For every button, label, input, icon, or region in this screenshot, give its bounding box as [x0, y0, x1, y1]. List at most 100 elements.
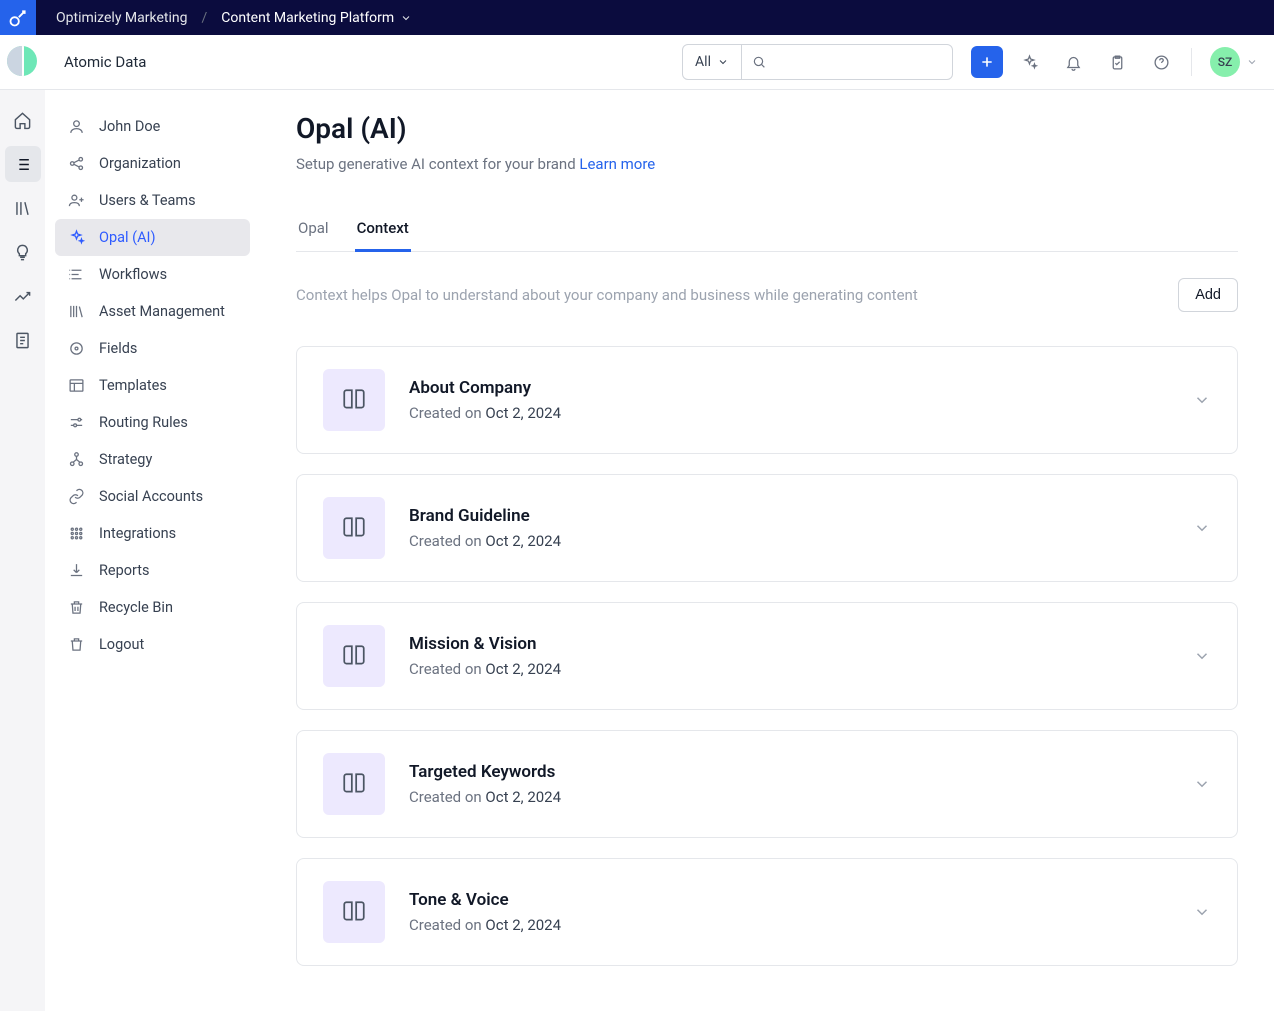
section-header: Context helps Opal to understand about y…	[296, 278, 1238, 312]
card-body: Tone & VoiceCreated on Oct 2, 2024	[409, 890, 1169, 934]
breadcrumb-root[interactable]: Optimizely Marketing	[56, 10, 187, 26]
book-icon	[323, 369, 385, 431]
workspace-avatar[interactable]	[7, 46, 37, 76]
sparkle-icon	[67, 229, 85, 246]
help-icon	[1153, 54, 1170, 71]
card-body: Targeted KeywordsCreated on Oct 2, 2024	[409, 762, 1169, 806]
sidebar-item-integrations[interactable]: Integrations	[55, 515, 250, 552]
sidebar-item-users-teams[interactable]: Users & Teams	[55, 182, 250, 219]
tab-context[interactable]: Context	[355, 209, 411, 252]
context-card[interactable]: Targeted KeywordsCreated on Oct 2, 2024	[296, 730, 1238, 838]
breadcrumb-current-label: Content Marketing Platform	[221, 10, 394, 26]
sidebar-item-label: Recycle Bin	[99, 599, 173, 616]
book-icon	[323, 881, 385, 943]
add-button[interactable]: Add	[1178, 278, 1238, 312]
rail-docs[interactable]	[5, 322, 41, 358]
tasks-button[interactable]	[1099, 44, 1135, 80]
settings-sidebar: John Doe Organization Users & Teams Opal…	[45, 90, 260, 1011]
chevron-down-icon	[1193, 775, 1211, 793]
list-icon	[13, 155, 32, 174]
sidebar-item-label: Fields	[99, 340, 137, 357]
sidebar-item-reports[interactable]: Reports	[55, 552, 250, 589]
lightbulb-icon	[13, 243, 32, 262]
rail-home[interactable]	[5, 102, 41, 138]
chevron-down-icon	[717, 56, 729, 68]
link-icon	[67, 488, 85, 505]
sidebar-item-label: Routing Rules	[99, 414, 188, 431]
search-icon	[752, 54, 766, 70]
header-bar: Atomic Data All SZ	[0, 35, 1274, 90]
card-meta: Created on Oct 2, 2024	[409, 404, 1169, 422]
sidebar-item-workflows[interactable]: Workflows	[55, 256, 250, 293]
trash-icon	[67, 636, 85, 653]
app-logo[interactable]	[0, 0, 36, 35]
breadcrumb: Optimizely Marketing / Content Marketing…	[36, 10, 412, 26]
sidebar-item-recycle-bin[interactable]: Recycle Bin	[55, 589, 250, 626]
page-title: Opal (AI)	[296, 112, 1238, 145]
book-icon	[323, 753, 385, 815]
card-meta: Created on Oct 2, 2024	[409, 532, 1169, 550]
sidebar-item-label: Social Accounts	[99, 488, 203, 505]
chevron-down-icon	[1193, 903, 1211, 921]
sidebar-item-label: Organization	[99, 155, 181, 172]
user-icon	[67, 118, 85, 135]
book-icon	[323, 625, 385, 687]
left-rail	[0, 90, 45, 1011]
sidebar-item-label: Templates	[99, 377, 167, 394]
sidebar-item-label: Reports	[99, 562, 150, 579]
create-button[interactable]	[971, 46, 1003, 78]
context-card[interactable]: Mission & VisionCreated on Oct 2, 2024	[296, 602, 1238, 710]
card-meta: Created on Oct 2, 2024	[409, 788, 1169, 806]
sidebar-item-label: Asset Management	[99, 303, 225, 320]
org-name: Atomic Data	[64, 53, 146, 71]
sidebar-item-label: Users & Teams	[99, 192, 196, 209]
sidebar-item-strategy[interactable]: Strategy	[55, 441, 250, 478]
search-filter-label: All	[695, 54, 711, 70]
rail-ideas[interactable]	[5, 234, 41, 270]
rail-list[interactable]	[5, 146, 41, 182]
section-description: Context helps Opal to understand about y…	[296, 286, 918, 304]
divider	[1191, 48, 1192, 76]
card-title: Tone & Voice	[409, 890, 1169, 910]
help-button[interactable]	[1143, 44, 1179, 80]
context-card[interactable]: About Company Created on Oct 2, 2024	[296, 346, 1238, 454]
page-subtitle-text: Setup generative AI context for your bra…	[296, 155, 579, 173]
home-icon	[13, 111, 32, 130]
chevron-down-icon	[1193, 647, 1211, 665]
breadcrumb-separator: /	[201, 10, 207, 26]
chevron-down-icon	[1193, 519, 1211, 537]
layout-icon	[67, 377, 85, 394]
sidebar-item-organization[interactable]: Organization	[55, 145, 250, 182]
sidebar-item-social-accounts[interactable]: Social Accounts	[55, 478, 250, 515]
sidebar-item-opal-ai[interactable]: Opal (AI)	[55, 219, 250, 256]
sidebar-item-label: John Doe	[99, 118, 160, 135]
sidebar-item-asset-management[interactable]: Asset Management	[55, 293, 250, 330]
card-body: Brand GuidelineCreated on Oct 2, 2024	[409, 506, 1169, 550]
sidebar-item-label: Integrations	[99, 525, 176, 542]
tab-opal[interactable]: Opal	[296, 209, 331, 252]
page-subtitle: Setup generative AI context for your bra…	[296, 155, 1238, 173]
bell-icon	[1065, 54, 1082, 71]
search-filter-dropdown[interactable]: All	[683, 45, 742, 79]
sidebar-item-profile[interactable]: John Doe	[55, 108, 250, 145]
context-cards: About CompanyCreated on Oct 2, 2024Brand…	[296, 346, 1238, 966]
sidebar-item-fields[interactable]: Fields	[55, 330, 250, 367]
sidebar-item-logout[interactable]: Logout	[55, 626, 250, 663]
plus-icon	[979, 54, 995, 70]
ai-sparkle-button[interactable]	[1011, 44, 1047, 80]
chevron-down-icon	[1193, 391, 1211, 409]
learn-more-link[interactable]: Learn more	[579, 155, 655, 173]
rail-analytics[interactable]	[5, 278, 41, 314]
download-icon	[67, 562, 85, 579]
breadcrumb-current-dropdown[interactable]: Content Marketing Platform	[221, 10, 412, 26]
sidebar-item-templates[interactable]: Templates	[55, 367, 250, 404]
context-card[interactable]: Tone & VoiceCreated on Oct 2, 2024	[296, 858, 1238, 966]
grid-icon	[67, 525, 85, 542]
sidebar-item-routing-rules[interactable]: Routing Rules	[55, 404, 250, 441]
search-input[interactable]	[774, 54, 942, 70]
card-title: About Company	[409, 378, 1169, 398]
rail-library[interactable]	[5, 190, 41, 226]
context-card[interactable]: Brand GuidelineCreated on Oct 2, 2024	[296, 474, 1238, 582]
user-menu[interactable]: SZ	[1204, 47, 1258, 77]
notifications-button[interactable]	[1055, 44, 1091, 80]
